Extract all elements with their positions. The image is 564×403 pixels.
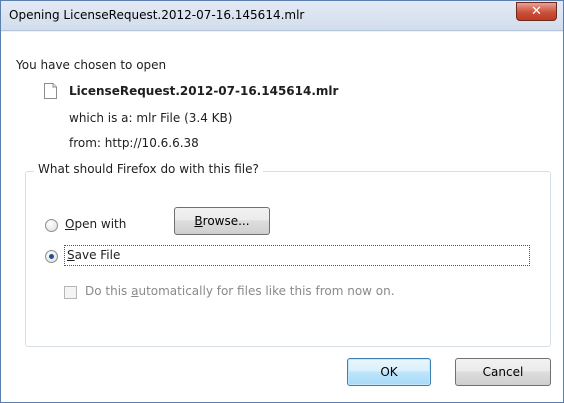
save-file-access-key: S: [67, 248, 75, 262]
download-dialog-window: Opening LicenseRequest.2012-07-16.145614…: [0, 0, 564, 403]
auto-label-after: utomatically for files like this from no…: [138, 284, 395, 298]
window-title: Opening LicenseRequest.2012-07-16.145614…: [9, 8, 305, 22]
ok-button[interactable]: OK: [347, 358, 431, 386]
save-file-radio[interactable]: [45, 250, 58, 263]
file-type-prefix: which is a:: [69, 111, 133, 125]
file-source-prefix: from:: [69, 136, 101, 150]
file-type-value: mlr File (3.4 KB): [136, 111, 233, 125]
cancel-button[interactable]: Cancel: [455, 358, 551, 386]
browse-button[interactable]: Browse...: [174, 207, 270, 235]
auto-action-checkbox[interactable]: [64, 286, 77, 299]
open-with-label[interactable]: Open with: [65, 217, 126, 231]
chosen-label: You have chosen to open: [16, 58, 167, 72]
action-group-legend: What should Firefox do with this file?: [34, 162, 263, 176]
auto-action-label[interactable]: Do this automatically for files like thi…: [85, 284, 395, 298]
open-with-radio[interactable]: [45, 219, 58, 232]
save-file-label[interactable]: Save File: [64, 245, 530, 266]
browse-label-rest: rowse...: [202, 214, 250, 228]
save-file-label-rest: ave File: [74, 248, 121, 262]
auto-label-before: Do this: [85, 284, 132, 298]
file-source-value: http://10.6.6.38: [104, 136, 199, 150]
file-type-line: which is a: mlr File (3.4 KB): [69, 111, 232, 125]
close-icon: ✕: [531, 4, 542, 19]
dialog-content: You have chosen to open LicenseRequest.2…: [1, 32, 563, 402]
browse-access-key: B: [194, 214, 203, 228]
close-button[interactable]: ✕: [516, 2, 557, 21]
title-bar[interactable]: Opening LicenseRequest.2012-07-16.145614…: [1, 1, 563, 31]
document-icon: [44, 83, 57, 99]
open-with-label-rest: pen with: [74, 217, 127, 231]
file-name: LicenseRequest.2012-07-16.145614.mlr: [69, 84, 339, 98]
file-source-line: from: http://10.6.6.38: [69, 136, 199, 150]
